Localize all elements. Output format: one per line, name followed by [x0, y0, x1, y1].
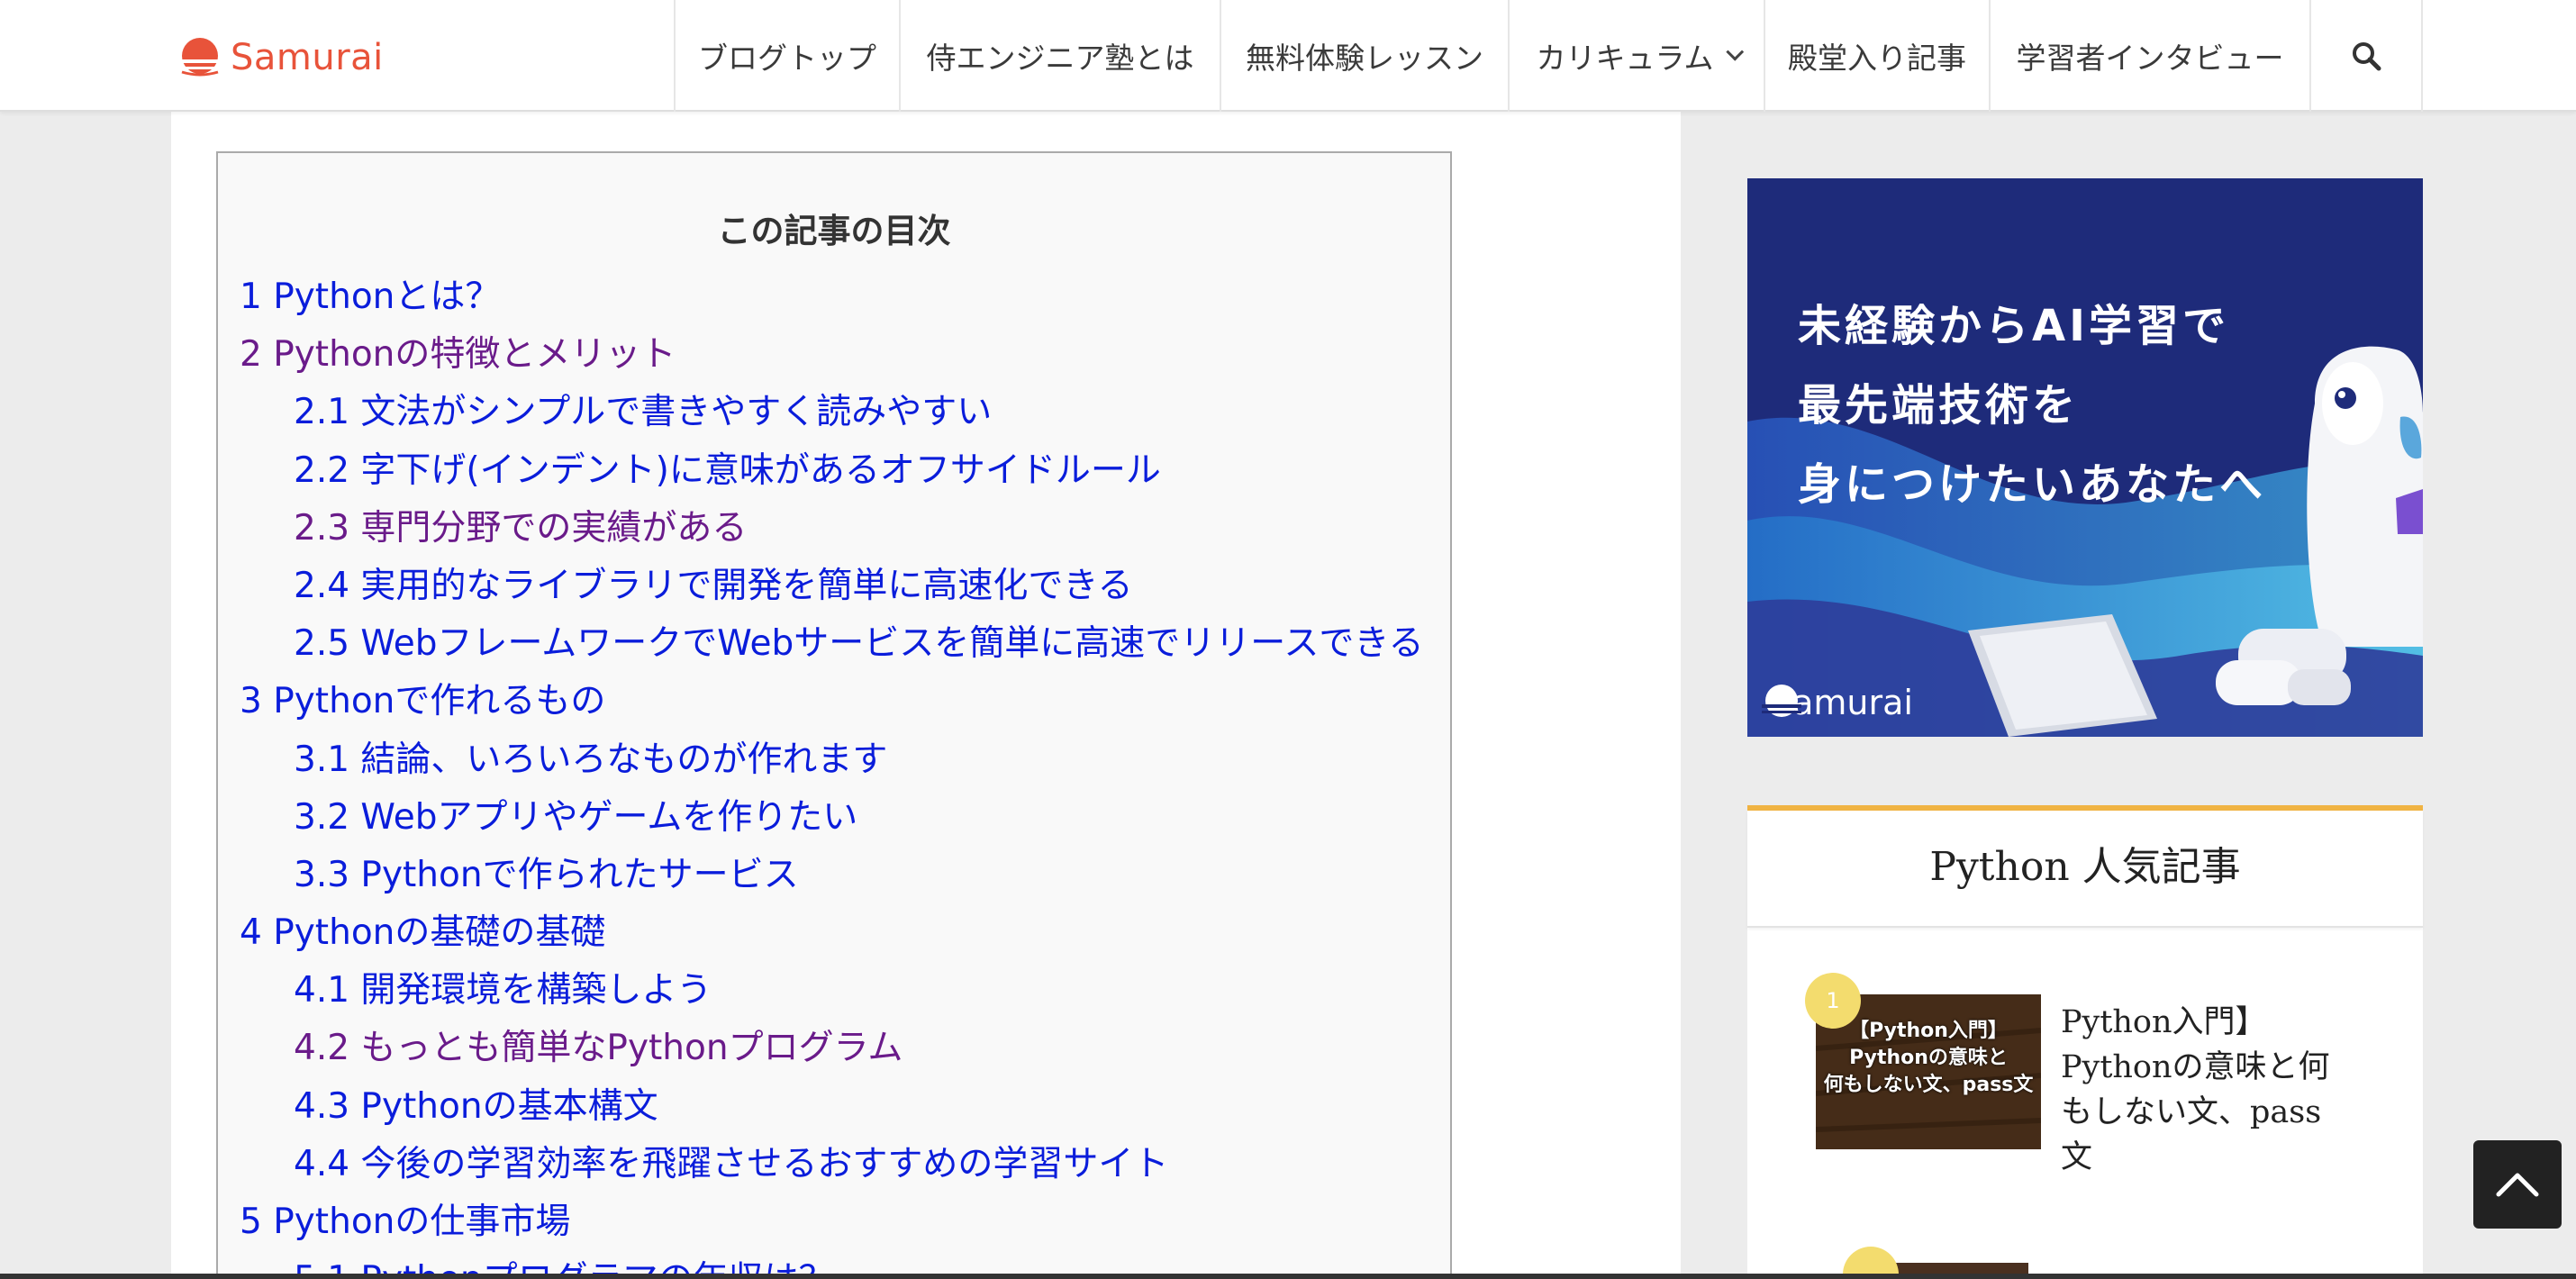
- nav-interviews[interactable]: 学習者インタビュー: [1989, 0, 2309, 112]
- samurai-logo-icon: [1762, 685, 1801, 717]
- toc-link[interactable]: 4 Pythonの基礎の基礎: [218, 904, 1450, 962]
- banner-line-2: 最先端技術を: [1798, 380, 2080, 431]
- thumbnail-line-3: 何もしない文、pass文: [1823, 1074, 2034, 1096]
- logo-text: Samurai: [231, 37, 384, 78]
- ad-banner[interactable]: 未経験からAI学習で 最先端技術を 身につけたいあなたへ Samurai: [1747, 178, 2423, 737]
- chevron-down-icon: [1725, 42, 1744, 61]
- toc-link[interactable]: 3.2 Webアプリやゲームを作りたい: [218, 789, 1450, 847]
- thumbnail-text: 【Python入門】 Pythonの意味と 何もしない文、pass文: [1816, 1018, 2041, 1099]
- nav-free-lesson[interactable]: 無料体験レッスン: [1220, 0, 1508, 112]
- toc-link[interactable]: 4.2 もっとも簡単なPythonプログラム: [218, 1020, 1450, 1077]
- toc-link[interactable]: 2 Pythonの特徴とメリット: [218, 326, 1450, 384]
- site-header: Samurai ブログトップ 侍エンジニア塾とは 無料体験レッスン カリキュラム…: [0, 0, 2576, 112]
- table-of-contents: この記事の目次 1 Pythonとは？ 2 Pythonの特徴とメリット 2.1 文…: [216, 151, 1452, 1279]
- main-nav: ブログトップ 侍エンジニア塾とは 無料体験レッスン カリキュラム 殿堂入り記事 …: [674, 0, 2423, 112]
- toc-link[interactable]: 2.2 字下げ(インデント)に意味があるオフサイドルール: [218, 442, 1450, 500]
- toc-link[interactable]: 1 Pythonとは？: [218, 268, 1450, 326]
- toc-title: この記事の目次: [717, 212, 951, 250]
- toc-link[interactable]: 2.5 WebフレームワークでWebサービスを簡単に高速でリリースできる: [218, 615, 1450, 673]
- toc-link[interactable]: 2.3 専門分野での実績がある: [218, 500, 1450, 558]
- rank-badge: 1: [1805, 973, 1861, 1029]
- toc-link[interactable]: 4.1 開発環境を構築しよう: [218, 962, 1450, 1020]
- toc-link[interactable]: 3.1 結論、いろいろなものが作れます: [218, 731, 1450, 789]
- toc-list: 1 Pythonとは？ 2 Pythonの特徴とメリット 2.1 文法がシンプルで書…: [218, 268, 1450, 1279]
- site-logo[interactable]: Samurai: [178, 34, 384, 81]
- nav-curriculum-label: カリキュラム: [1536, 41, 1714, 76]
- article-content: この記事の目次 1 Pythonとは？ 2 Pythonの特徴とメリット 2.1 文…: [171, 112, 1681, 1279]
- nav-blog-top[interactable]: ブログトップ: [674, 0, 899, 112]
- banner-logo: Samurai: [1762, 683, 1913, 722]
- chevron-up-icon: [2496, 1173, 2539, 1197]
- article-title-link[interactable]: Python入門】Pythonの意味と何もしない文、pass文: [2061, 1000, 2349, 1180]
- banner-line-3: 身につけたいあなたへ: [1798, 459, 2267, 510]
- toc-link[interactable]: 4.4 今後の学習効率を飛躍させるおすすめの学習サイト: [218, 1136, 1450, 1193]
- banner-line-1: 未経験からAI学習で: [1798, 301, 2230, 351]
- toc-link[interactable]: 2.4 実用的なライブラリで開発を簡単に高速化できる: [218, 558, 1450, 615]
- nav-about-juku[interactable]: 侍エンジニア塾とは: [899, 0, 1220, 112]
- window-bottom-edge: [0, 1274, 2576, 1279]
- toc-link[interactable]: 4.3 Pythonの基本構文: [218, 1078, 1450, 1136]
- nav-hall-of-fame[interactable]: 殿堂入り記事: [1764, 0, 1989, 112]
- nav-curriculum[interactable]: カリキュラム: [1508, 0, 1764, 112]
- toc-link[interactable]: 3 Pythonで作れるもの: [218, 673, 1450, 730]
- search-icon: [2353, 42, 2381, 71]
- toc-link[interactable]: 3.3 Pythonで作られたサービス: [218, 847, 1450, 904]
- toc-link[interactable]: 5 Pythonの仕事市場: [218, 1193, 1450, 1251]
- popular-articles-widget: Python 人気記事 1 【Python入門】 Pythonの意味と 何もしな…: [1747, 805, 2423, 1279]
- thumbnail-line-2: Pythonの意味と: [1849, 1047, 2008, 1069]
- widget-title: Python 人気記事: [1747, 811, 2423, 928]
- scroll-to-top-button[interactable]: [2473, 1140, 2562, 1229]
- samurai-logo-icon: [178, 36, 222, 79]
- toc-link[interactable]: 2.1 文法がシンプルで書きやすく読みやすい: [218, 384, 1450, 441]
- search-button[interactable]: [2309, 0, 2423, 112]
